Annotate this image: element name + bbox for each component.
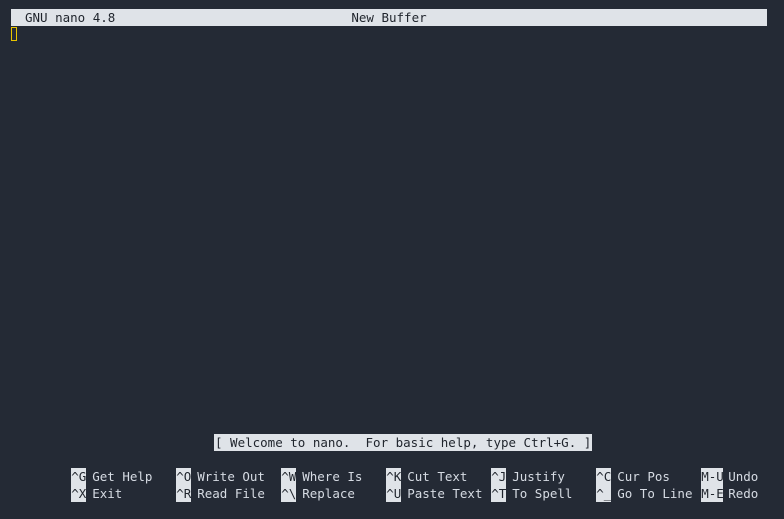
shortcut-exit[interactable]: ^X Exit	[11, 468, 122, 502]
title-bar: GNU nano 4.8 New Buffer	[11, 9, 767, 26]
shortcut-key: M-E	[701, 485, 724, 502]
text-cursor	[11, 27, 17, 41]
shortcut-key: ^_	[596, 485, 612, 502]
buffer-name: New Buffer	[351, 10, 427, 25]
shortcut-row-1: ^G Get Help ^O Write Out ^W Where Is ^K Cut …	[11, 451, 771, 485]
shortcut-key: ^X	[71, 485, 87, 502]
terminal-window: GNU nano 4.8 New Buffer [ Welcome to nan…	[0, 0, 784, 507]
shortcut-key: ^U	[386, 485, 402, 502]
shortcut-key: ^T	[491, 485, 507, 502]
editor-text-area[interactable]	[11, 27, 767, 432]
shortcut-label: Redo	[728, 486, 759, 501]
shortcut-key: ^R	[176, 485, 192, 502]
shortcut-key: ^\	[281, 485, 297, 502]
shortcut-undo[interactable]: M-U Undo	[641, 451, 758, 485]
shortcut-redo[interactable]: M-E Redo	[641, 468, 758, 502]
shortcut-row-2: ^X Exit ^R Read File ^\ Replace ^U Paste Tex…	[11, 468, 771, 502]
status-message: [ Welcome to nano. For basic help, type …	[214, 434, 593, 451]
